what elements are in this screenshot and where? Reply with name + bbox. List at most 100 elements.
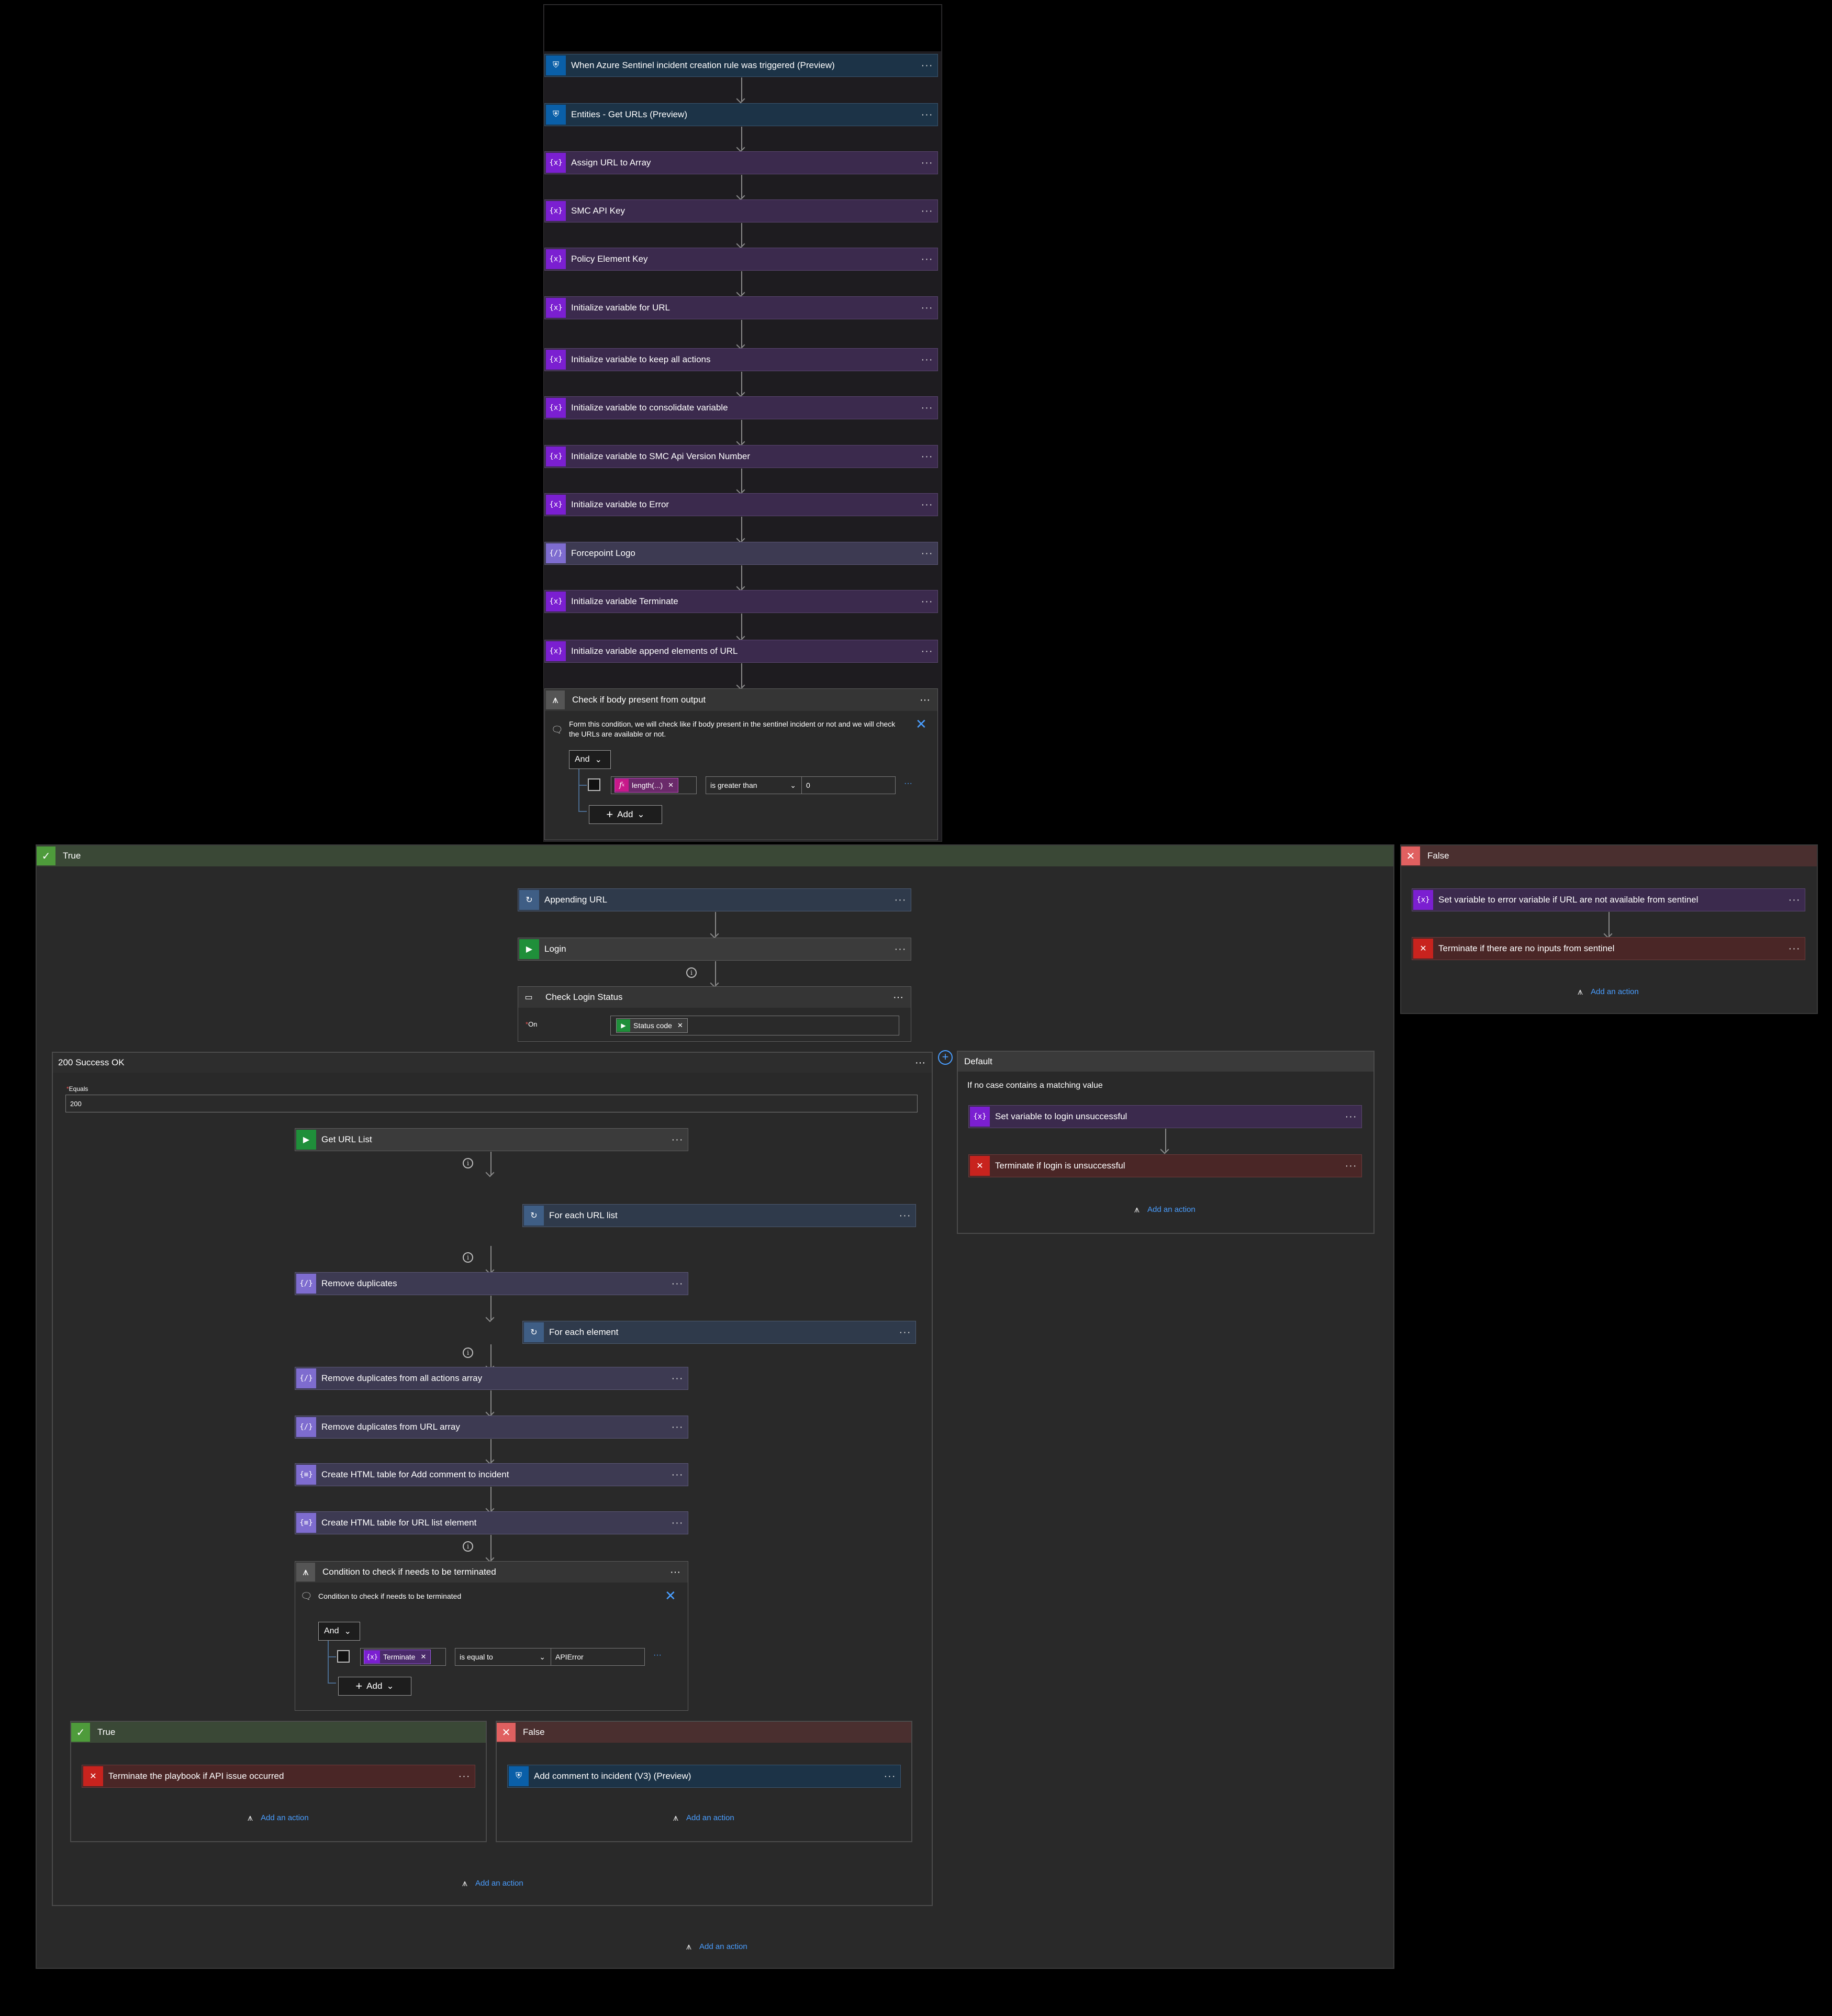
more-options-icon[interactable]: ··· bbox=[890, 894, 911, 906]
more-options-icon[interactable]: ··· bbox=[917, 548, 937, 560]
step-remove-duplicates-actions[interactable]: {/} Remove duplicates from all actions a… bbox=[295, 1367, 688, 1390]
more-options-icon[interactable]: ··· bbox=[667, 1278, 688, 1290]
and-dropdown[interactable]: And ⌄ bbox=[318, 1622, 360, 1641]
more-options-icon[interactable]: ··· bbox=[917, 451, 937, 463]
trigger-card[interactable]: ⛨ When Azure Sentinel incident creation … bbox=[544, 54, 938, 77]
add-action-button[interactable]: ⩚ Add an action bbox=[669, 1812, 734, 1823]
more-options-icon[interactable]: ··· bbox=[895, 1327, 915, 1339]
more-options-icon[interactable]: ··· bbox=[917, 157, 937, 169]
more-options-icon[interactable]: ··· bbox=[670, 1566, 680, 1578]
equals-value-field[interactable]: 200 bbox=[65, 1095, 918, 1112]
more-options-icon[interactable]: ··· bbox=[917, 499, 937, 511]
info-icon[interactable]: i bbox=[463, 1347, 473, 1358]
row-more-icon[interactable]: ··· bbox=[653, 1651, 662, 1660]
step-terminate-api-issue[interactable]: ✕ Terminate the playbook if API issue oc… bbox=[82, 1765, 475, 1788]
remove-token-icon[interactable]: ✕ bbox=[420, 1653, 426, 1661]
operator-dropdown[interactable]: is greater than ⌄ bbox=[706, 776, 802, 794]
more-options-icon[interactable]: ··· bbox=[890, 943, 911, 955]
more-options-icon[interactable]: ··· bbox=[454, 1770, 475, 1783]
info-icon[interactable]: i bbox=[463, 1541, 473, 1552]
more-options-icon[interactable]: ··· bbox=[667, 1373, 688, 1385]
more-options-icon[interactable]: ··· bbox=[920, 694, 930, 706]
step-init-variable-keep-all-actions[interactable]: {x} Initialize variable to keep all acti… bbox=[544, 348, 938, 371]
add-action-button[interactable]: ⩚ Add an action bbox=[459, 1877, 523, 1889]
more-options-icon[interactable]: ··· bbox=[917, 109, 937, 121]
step-policy-element-key[interactable]: {x} Policy Element Key ··· bbox=[544, 248, 938, 271]
operator-dropdown[interactable]: is equal to ⌄ bbox=[455, 1648, 551, 1666]
chevron-down-icon: ⌄ bbox=[539, 1652, 545, 1661]
step-assign-url-to-array[interactable]: {x} Assign URL to Array ··· bbox=[544, 151, 938, 174]
step-init-variable-append-elements[interactable]: {x} Initialize variable append elements … bbox=[544, 640, 938, 663]
more-options-icon[interactable]: ··· bbox=[917, 302, 937, 314]
more-options-icon[interactable]: ··· bbox=[879, 1770, 900, 1783]
step-html-table-url[interactable]: {≡} Create HTML table for URL list eleme… bbox=[295, 1511, 688, 1534]
more-options-icon[interactable]: ··· bbox=[667, 1469, 688, 1481]
add-case-icon[interactable]: + bbox=[938, 1050, 953, 1065]
step-appending-url[interactable]: ↻ Appending URL ··· bbox=[518, 888, 911, 911]
info-icon[interactable]: i bbox=[463, 1158, 473, 1168]
row-more-icon[interactable]: ··· bbox=[904, 779, 912, 788]
info-icon[interactable]: i bbox=[686, 967, 697, 978]
step-entities-get-urls[interactable]: ⛨ Entities - Get URLs (Preview) ··· bbox=[544, 103, 938, 126]
condition-header[interactable]: ⩚ Condition to check if needs to be term… bbox=[295, 1562, 688, 1583]
step-set-login-unsuccessful[interactable]: {x} Set variable to login unsuccessful ·… bbox=[968, 1105, 1362, 1128]
step-remove-duplicates-url[interactable]: {/} Remove duplicates from URL array ··· bbox=[295, 1416, 688, 1439]
step-remove-duplicates[interactable]: {/} Remove duplicates ··· bbox=[295, 1272, 688, 1295]
step-init-variable-terminate[interactable]: {x} Initialize variable Terminate ··· bbox=[544, 590, 938, 613]
remove-token-icon[interactable]: ✕ bbox=[677, 1021, 683, 1030]
more-options-icon[interactable]: ··· bbox=[917, 596, 937, 608]
more-options-icon[interactable]: ··· bbox=[667, 1134, 688, 1146]
condition-left-operand[interactable]: {x} Terminate ✕ bbox=[360, 1648, 446, 1666]
step-get-url-list[interactable]: ▶ Get URL List ··· bbox=[295, 1128, 688, 1151]
step-terminate-no-inputs[interactable]: ✕ Terminate if there are no inputs from … bbox=[1412, 937, 1805, 960]
add-condition-button[interactable]: + Add ⌄ bbox=[589, 805, 662, 824]
switch-header[interactable]: ▭ Check Login Status ··· bbox=[518, 987, 911, 1008]
more-options-icon[interactable]: ··· bbox=[1341, 1160, 1361, 1172]
more-options-icon[interactable]: ··· bbox=[917, 354, 937, 366]
row-checkbox[interactable] bbox=[588, 778, 600, 791]
step-smc-api-key[interactable]: {x} SMC API Key ··· bbox=[544, 199, 938, 222]
condition-header[interactable]: ⩚ Check if body present from output ··· bbox=[545, 689, 937, 711]
step-forcepoint-logo[interactable]: {/} Forcepoint Logo ··· bbox=[544, 542, 938, 565]
add-action-button[interactable]: ⩚ Add an action bbox=[1574, 986, 1639, 997]
more-options-icon[interactable]: ··· bbox=[1784, 943, 1805, 955]
more-options-icon[interactable]: ··· bbox=[667, 1421, 688, 1433]
switch-on-field[interactable]: ▶ Status code ✕ bbox=[610, 1016, 899, 1035]
more-options-icon[interactable]: ··· bbox=[1784, 894, 1805, 906]
more-options-icon[interactable]: ··· bbox=[895, 1210, 915, 1222]
close-comment-icon[interactable]: ✕ bbox=[665, 1588, 676, 1604]
more-options-icon[interactable]: ··· bbox=[917, 402, 937, 414]
more-options-icon[interactable]: ··· bbox=[917, 205, 937, 217]
add-condition-button[interactable]: + Add ⌄ bbox=[338, 1677, 411, 1696]
more-options-icon[interactable]: ··· bbox=[667, 1517, 688, 1529]
step-login[interactable]: ▶ Login ··· bbox=[518, 938, 911, 961]
add-action-button[interactable]: ⩚ Add an action bbox=[1131, 1204, 1196, 1215]
condition-right-operand[interactable]: APIError bbox=[551, 1648, 645, 1666]
more-options-icon[interactable]: ··· bbox=[917, 645, 937, 658]
more-options-icon[interactable]: ··· bbox=[893, 992, 903, 1004]
more-options-icon[interactable]: ··· bbox=[915, 1057, 925, 1069]
step-html-table-comment[interactable]: {≡} Create HTML table for Add comment to… bbox=[295, 1463, 688, 1486]
remove-token-icon[interactable]: ✕ bbox=[668, 781, 674, 789]
row-checkbox[interactable] bbox=[337, 1650, 350, 1663]
condition-right-operand[interactable]: 0 bbox=[801, 776, 896, 794]
step-terminate-login-unsuccessful[interactable]: ✕ Terminate if login is unsuccessful ··· bbox=[968, 1154, 1362, 1177]
step-init-variable-smc-api-version[interactable]: {x} Initialize variable to SMC Api Versi… bbox=[544, 445, 938, 468]
more-options-icon[interactable]: ··· bbox=[917, 60, 937, 72]
info-icon[interactable]: i bbox=[463, 1252, 473, 1263]
step-add-comment-incident[interactable]: ⛨ Add comment to incident (V3) (Preview)… bbox=[507, 1765, 901, 1788]
and-dropdown[interactable]: And ⌄ bbox=[569, 750, 611, 769]
more-options-icon[interactable]: ··· bbox=[1341, 1111, 1361, 1123]
step-for-each-element[interactable]: ↻ For each element ··· bbox=[522, 1321, 916, 1344]
more-options-icon[interactable]: ··· bbox=[917, 253, 937, 265]
case-header[interactable]: 200 Success OK ··· bbox=[53, 1053, 932, 1073]
add-action-button[interactable]: ⩚ Add an action bbox=[683, 1941, 747, 1952]
step-for-each-url-list[interactable]: ↻ For each URL list ··· bbox=[522, 1204, 916, 1227]
close-comment-icon[interactable]: ✕ bbox=[915, 716, 927, 732]
condition-left-operand[interactable]: fx length(...) ✕ bbox=[611, 776, 697, 794]
step-set-error-variable[interactable]: {x} Set variable to error variable if UR… bbox=[1412, 888, 1805, 911]
add-action-button[interactable]: ⩚ Add an action bbox=[244, 1812, 309, 1823]
step-init-variable-error[interactable]: {x} Initialize variable to Error ··· bbox=[544, 493, 938, 516]
step-init-variable-consolidate[interactable]: {x} Initialize variable to consolidate v… bbox=[544, 396, 938, 419]
step-init-variable-for-url[interactable]: {x} Initialize variable for URL ··· bbox=[544, 296, 938, 319]
